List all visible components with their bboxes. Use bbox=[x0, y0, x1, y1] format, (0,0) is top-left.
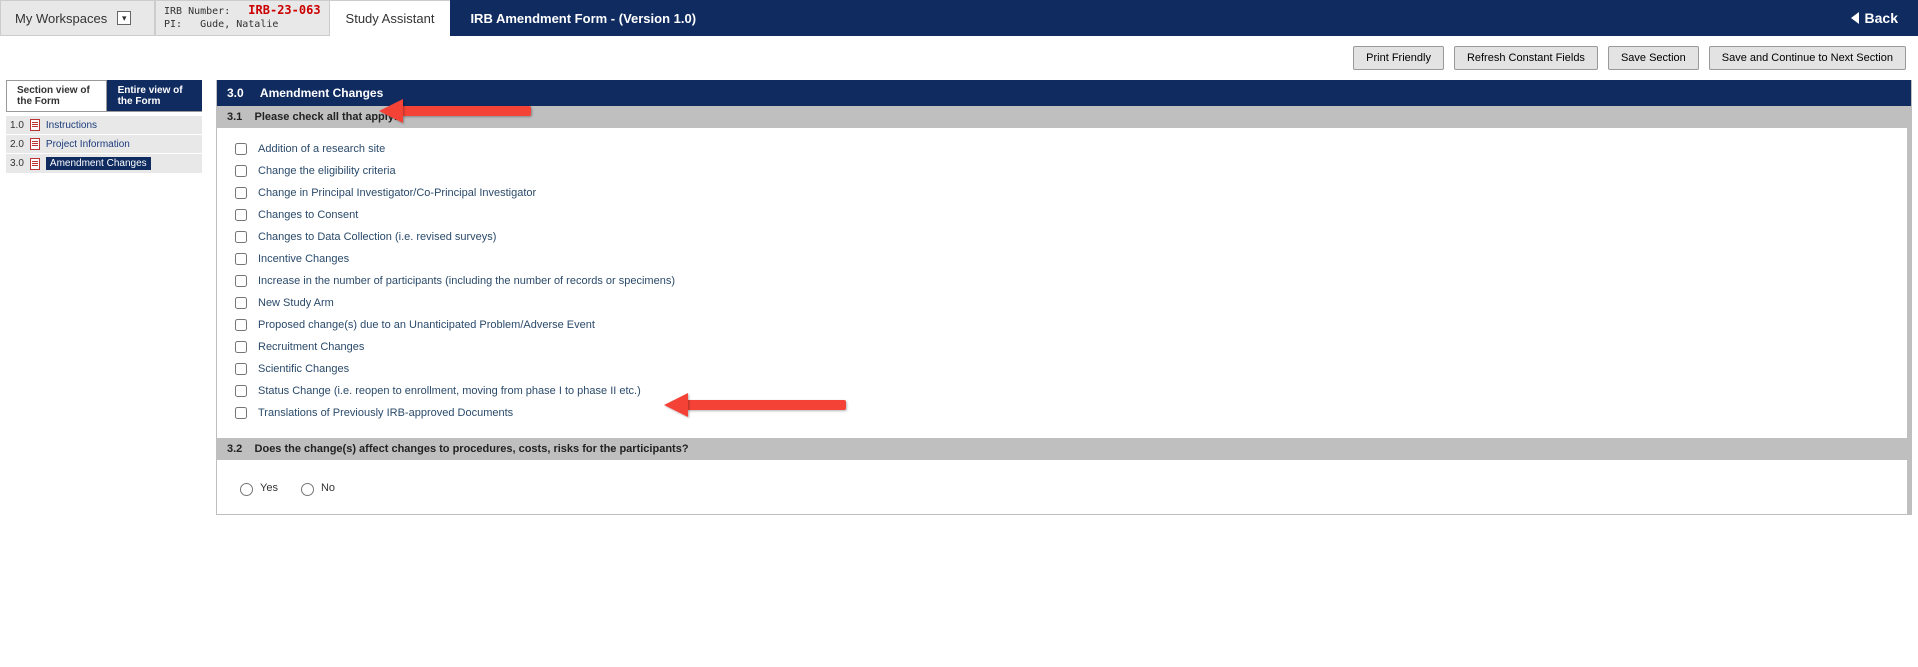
checkbox-row: Translations of Previously IRB-approved … bbox=[231, 402, 1893, 424]
option-checkbox[interactable] bbox=[235, 253, 247, 265]
checkbox-row: Proposed change(s) due to an Unanticipat… bbox=[231, 314, 1893, 336]
nav-item-label: Project Information bbox=[46, 139, 130, 150]
option-checkbox[interactable] bbox=[235, 275, 247, 287]
checkbox-row: Changes to Data Collection (i.e. revised… bbox=[231, 226, 1893, 248]
checkbox-row: Increase in the number of participants (… bbox=[231, 270, 1893, 292]
option-checkbox[interactable] bbox=[235, 297, 247, 309]
q32-no-option[interactable]: No bbox=[296, 480, 335, 496]
option-label: Translations of Previously IRB-approved … bbox=[258, 407, 513, 419]
checkbox-row: Recruitment Changes bbox=[231, 336, 1893, 358]
option-label: Change in Principal Investigator/Co-Prin… bbox=[258, 187, 536, 199]
my-workspaces-button[interactable]: My Workspaces ▾ bbox=[0, 0, 155, 36]
back-arrow-icon bbox=[1851, 12, 1859, 24]
q32-yes-option[interactable]: Yes bbox=[235, 480, 278, 496]
nav-item-label: Instructions bbox=[46, 120, 97, 131]
my-workspaces-label: My Workspaces bbox=[15, 11, 107, 26]
option-checkbox[interactable] bbox=[235, 385, 247, 397]
tab-study-assistant[interactable]: Study Assistant bbox=[330, 0, 451, 36]
form-title: IRB Amendment Form - (Version 1.0) bbox=[470, 11, 696, 26]
option-label: Scientific Changes bbox=[258, 363, 349, 375]
checkbox-row: Incentive Changes bbox=[231, 248, 1893, 270]
question-3-1-header: 3.1 Please check all that apply: bbox=[217, 106, 1911, 128]
nav-item[interactable]: 2.0 Project Information bbox=[6, 135, 202, 154]
option-checkbox[interactable] bbox=[235, 363, 247, 375]
print-friendly-button[interactable]: Print Friendly bbox=[1353, 46, 1444, 70]
option-label: Incentive Changes bbox=[258, 253, 349, 265]
view-tabs: Section view of the Form Entire view of … bbox=[6, 80, 202, 112]
action-bar: Print Friendly Refresh Constant Fields S… bbox=[0, 36, 1918, 80]
pi-label: PI: bbox=[164, 19, 182, 30]
checkbox-row: Scientific Changes bbox=[231, 358, 1893, 380]
checkbox-row: New Study Arm bbox=[231, 292, 1893, 314]
section-num: 3.0 bbox=[227, 86, 244, 100]
option-label: Addition of a research site bbox=[258, 143, 385, 155]
left-panel: Section view of the Form Entire view of … bbox=[6, 80, 202, 174]
nav-item[interactable]: 3.0 Amendment Changes bbox=[6, 154, 202, 174]
option-checkbox[interactable] bbox=[235, 143, 247, 155]
save-section-button[interactable]: Save Section bbox=[1608, 46, 1699, 70]
tab-section-view[interactable]: Section view of the Form bbox=[6, 80, 107, 111]
section-title: Amendment Changes bbox=[260, 86, 383, 100]
study-info-panel: IRB Number: IRB-23-063 PI: Gude, Natalie bbox=[155, 0, 330, 36]
form-title-bar: IRB Amendment Form - (Version 1.0) Back bbox=[450, 0, 1918, 36]
q31-num: 3.1 bbox=[227, 111, 242, 123]
checkbox-row: Addition of a research site bbox=[231, 138, 1893, 160]
option-label: Changes to Data Collection (i.e. revised… bbox=[258, 231, 496, 243]
option-label: Change the eligibility criteria bbox=[258, 165, 396, 177]
nav-item-label: Amendment Changes bbox=[46, 157, 151, 170]
q31-options: Addition of a research site Change the el… bbox=[217, 128, 1911, 438]
tab-label: Study Assistant bbox=[346, 11, 435, 26]
option-checkbox[interactable] bbox=[235, 341, 247, 353]
option-checkbox[interactable] bbox=[235, 319, 247, 331]
pi-value: Gude, Natalie bbox=[200, 19, 278, 30]
option-label: Recruitment Changes bbox=[258, 341, 364, 353]
back-button[interactable]: Back bbox=[1851, 10, 1898, 26]
back-label: Back bbox=[1865, 10, 1898, 26]
top-header: My Workspaces ▾ IRB Number: IRB-23-063 P… bbox=[0, 0, 1918, 36]
checkbox-row: Change the eligibility criteria bbox=[231, 160, 1893, 182]
document-icon bbox=[30, 119, 40, 131]
document-icon bbox=[30, 138, 40, 150]
option-checkbox[interactable] bbox=[235, 407, 247, 419]
irb-number-value: IRB-23-063 bbox=[248, 3, 320, 17]
main-area: Section view of the Form Entire view of … bbox=[0, 80, 1918, 535]
option-label: New Study Arm bbox=[258, 297, 334, 309]
save-continue-button[interactable]: Save and Continue to Next Section bbox=[1709, 46, 1906, 70]
checkbox-row: Changes to Consent bbox=[231, 204, 1893, 226]
option-label: Changes to Consent bbox=[258, 209, 358, 221]
question-3-2-header: 3.2 Does the change(s) affect changes to… bbox=[217, 438, 1911, 460]
document-icon bbox=[30, 158, 40, 170]
chevron-down-icon: ▾ bbox=[117, 11, 131, 25]
q32-no-radio[interactable] bbox=[301, 483, 314, 496]
irb-number-label: IRB Number: bbox=[164, 6, 230, 17]
option-checkbox[interactable] bbox=[235, 187, 247, 199]
refresh-constant-fields-button[interactable]: Refresh Constant Fields bbox=[1454, 46, 1598, 70]
checkbox-row: Change in Principal Investigator/Co-Prin… bbox=[231, 182, 1893, 204]
option-checkbox[interactable] bbox=[235, 165, 247, 177]
q31-text: Please check all that apply: bbox=[255, 111, 398, 123]
option-checkbox[interactable] bbox=[235, 231, 247, 243]
section-header: 3.0 Amendment Changes bbox=[217, 80, 1911, 106]
nav-item[interactable]: 1.0 Instructions bbox=[6, 116, 202, 135]
option-label: Status Change (i.e. reopen to enrollment… bbox=[258, 385, 641, 397]
section-nav-list: 1.0 Instructions 2.0 Project Information 3.0… bbox=[6, 116, 202, 174]
q32-options: Yes No bbox=[217, 460, 1911, 514]
checkbox-row: Status Change (i.e. reopen to enrollment… bbox=[231, 380, 1893, 402]
q32-no-label: No bbox=[321, 482, 335, 494]
tab-entire-view[interactable]: Entire view of the Form bbox=[107, 80, 202, 111]
option-label: Proposed change(s) due to an Unanticipat… bbox=[258, 319, 595, 331]
q32-yes-label: Yes bbox=[260, 482, 278, 494]
nav-item-num: 3.0 bbox=[10, 158, 24, 169]
q32-text: Does the change(s) affect changes to pro… bbox=[255, 443, 689, 455]
q32-yes-radio[interactable] bbox=[240, 483, 253, 496]
form-panel: 3.0 Amendment Changes 3.1 Please check a… bbox=[216, 80, 1912, 515]
option-checkbox[interactable] bbox=[235, 209, 247, 221]
option-label: Increase in the number of participants (… bbox=[258, 275, 675, 287]
nav-item-num: 1.0 bbox=[10, 120, 24, 131]
q32-num: 3.2 bbox=[227, 443, 242, 455]
nav-item-num: 2.0 bbox=[10, 139, 24, 150]
